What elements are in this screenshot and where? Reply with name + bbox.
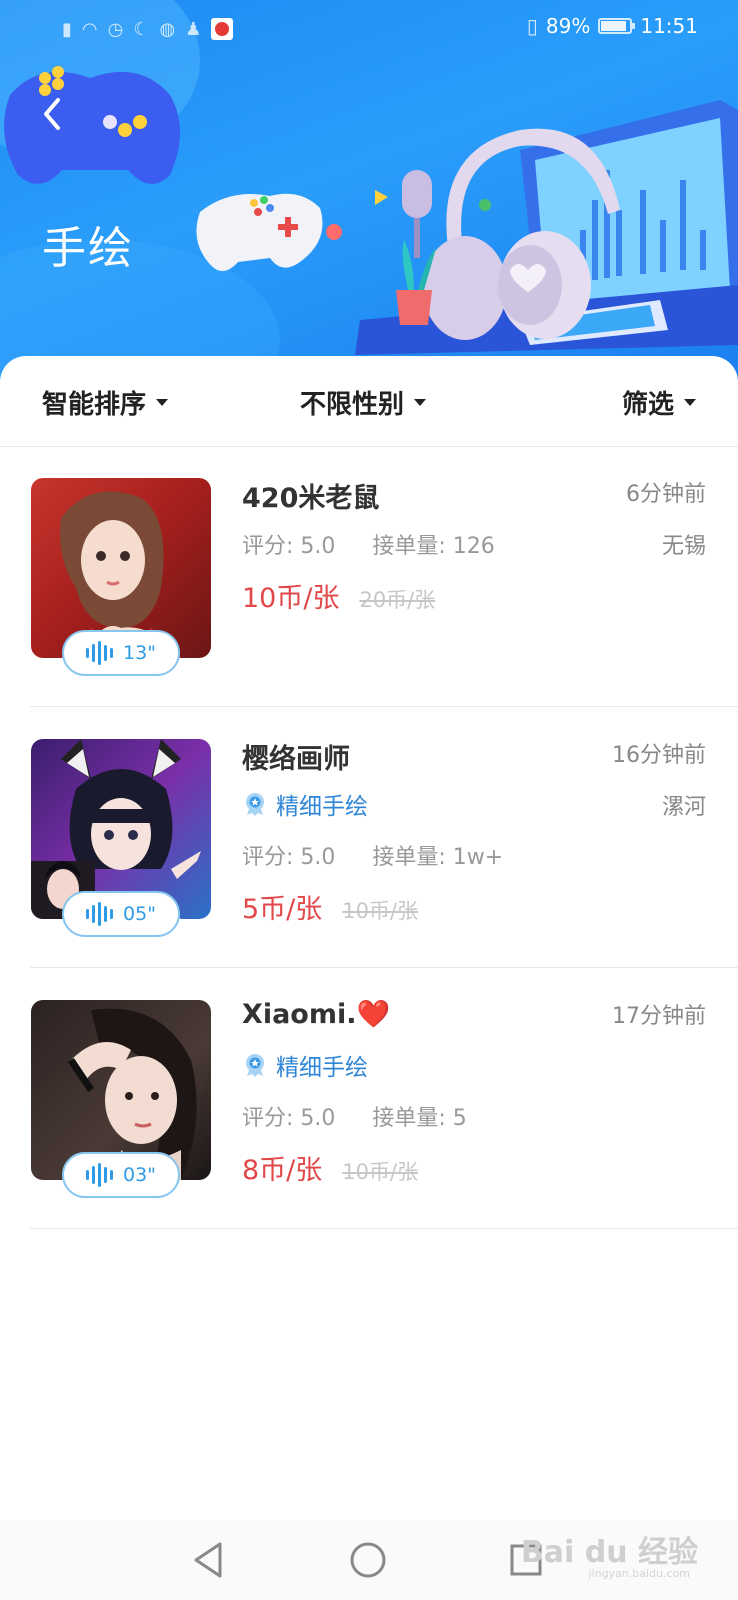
qq-icon: ♟	[185, 18, 202, 40]
sort-dropdown[interactable]: 智能排序	[42, 384, 169, 421]
stats: 评分: 5.0 接单量: 126	[242, 528, 495, 560]
city: 无锡	[661, 534, 706, 559]
artist-name[interactable]: Xiaomi.❤️	[242, 998, 390, 1030]
artist-name[interactable]: 樱络画师	[242, 737, 350, 776]
vibrate-icon: ▯	[526, 14, 538, 38]
price: 10币/张	[242, 583, 340, 614]
medal-icon	[246, 793, 264, 816]
list-item[interactable]: 05" 樱络画师 16分钟前 漯河 精细手绘 评分: 5.0 接单量: 1w+ …	[0, 707, 738, 973]
stats: 评分: 5.0 接单量: 1w+	[242, 839, 503, 871]
filter-dropdown[interactable]: 筛选	[622, 384, 696, 421]
nav-home-button[interactable]	[344, 1536, 392, 1584]
header-banner: ▮ ◠ ◷ ☾ ◍ ♟ ▯ 89% 11:51 手绘	[0, 0, 738, 380]
wifi-icon: ◠	[81, 18, 98, 40]
active-time: 6分钟前	[626, 482, 706, 507]
alarm-icon: ◷	[107, 18, 124, 40]
caret-down-icon	[156, 399, 169, 406]
skill-badge: 精细手绘	[242, 1048, 368, 1082]
gamepad-illustration	[4, 66, 180, 184]
battery-icon	[598, 18, 636, 34]
voice-intro-button[interactable]: 03"	[62, 1152, 180, 1198]
status-icons-left: ▮ ◠ ◷ ☾ ◍ ♟	[62, 18, 234, 40]
artist-name[interactable]: 420米老鼠	[242, 476, 379, 515]
voice-length: 05"	[123, 903, 156, 925]
original-price: 10币/张	[342, 1160, 419, 1184]
status-bar: ▮ ◠ ◷ ☾ ◍ ♟ ▯ 89% 11:51	[0, 10, 738, 50]
price-row: 5币/张 10币/张	[242, 887, 418, 926]
sort-dropdown-label: 智能排序	[42, 390, 147, 420]
back-triangle-icon	[194, 1542, 222, 1578]
voice-length: 03"	[123, 1164, 156, 1186]
home-circle-icon	[350, 1542, 386, 1578]
rating: 评分: 5.0	[242, 845, 336, 870]
caret-down-icon	[684, 399, 696, 406]
moon-icon: ☾	[133, 18, 150, 40]
price: 8币/张	[242, 1155, 323, 1186]
voice-intro-button[interactable]: 13"	[62, 630, 180, 676]
price-row: 10币/张 20币/张	[242, 576, 435, 615]
skill-badge: 精细手绘	[242, 787, 368, 821]
rating: 评分: 5.0	[242, 534, 336, 559]
list-item[interactable]: 13" 420米老鼠 6分钟前 无锡 评分: 5.0 接单量: 126 10币/…	[0, 446, 738, 712]
news-app-icon	[211, 18, 234, 40]
original-price: 20币/张	[359, 588, 436, 612]
voice-wave-icon	[86, 1163, 114, 1187]
skill-badge-label: 精细手绘	[276, 794, 368, 820]
voice-length: 13"	[123, 642, 156, 664]
medal-icon	[246, 1054, 264, 1077]
gender-dropdown-label: 不限性别	[300, 390, 405, 420]
original-price: 10币/张	[342, 899, 419, 923]
banner-illustration	[4, 66, 738, 355]
divider	[30, 1228, 738, 1229]
nav-back-button[interactable]	[186, 1536, 234, 1584]
status-icons-right: ▯ 89% 11:51	[527, 14, 698, 38]
microphone-illustration	[396, 170, 436, 325]
filter-bar: 智能排序 不限性别 筛选	[0, 376, 738, 436]
watermark: Bai du 经验	[520, 1535, 698, 1570]
watermark-url: jingyan.baidu.com	[588, 1567, 690, 1580]
voice-wave-icon	[86, 641, 114, 665]
list-item[interactable]: 03" Xiaomi.❤️ 17分钟前 精细手绘 评分: 5.0 接单量: 5 …	[0, 968, 738, 1234]
price: 5币/张	[242, 894, 323, 925]
voice-intro-button[interactable]: 05"	[62, 891, 180, 937]
voice-wave-icon	[86, 902, 114, 926]
page-title: 手绘	[42, 223, 134, 274]
globe-icon: ◍	[159, 18, 176, 40]
order-count: 接单量: 126	[372, 534, 495, 559]
back-button[interactable]	[34, 90, 74, 138]
chevron-left-icon	[44, 98, 60, 130]
content-sheet: 智能排序 不限性别 筛选 13" 420米老鼠 6分钟前 无锡 评分: 5.0 …	[0, 356, 738, 1600]
clock: 11:51	[640, 14, 698, 38]
price-row: 8币/张 10币/张	[242, 1148, 418, 1187]
order-count: 接单量: 5	[372, 1106, 467, 1131]
skill-badge-label: 精细手绘	[276, 1055, 368, 1081]
filter-dropdown-label: 筛选	[621, 390, 674, 420]
city: 漯河	[661, 795, 706, 820]
gender-dropdown[interactable]: 不限性别	[300, 384, 427, 421]
battery-fill	[601, 21, 627, 31]
stats: 评分: 5.0 接单量: 5	[242, 1100, 467, 1132]
white-gamepad-illustration	[196, 193, 342, 271]
battery-percent: 89%	[545, 14, 591, 38]
caret-down-icon	[414, 399, 427, 406]
rating: 评分: 5.0	[242, 1106, 336, 1131]
signal-icon: ▮	[62, 18, 72, 40]
active-time: 16分钟前	[612, 743, 706, 768]
order-count: 接单量: 1w+	[372, 845, 504, 870]
active-time: 17分钟前	[612, 1004, 706, 1029]
